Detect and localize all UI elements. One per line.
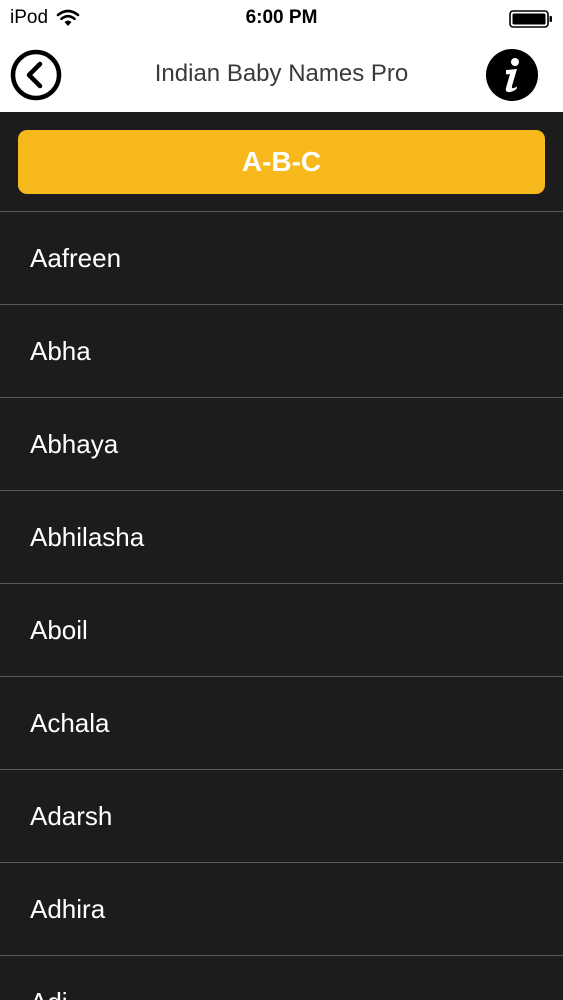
list-item[interactable]: Adi... (0, 956, 563, 1000)
filter-area: A-B-C (0, 112, 563, 212)
list-item[interactable]: Adhira (0, 863, 563, 956)
list-item[interactable]: Abhilasha (0, 491, 563, 584)
info-icon[interactable] (485, 48, 539, 102)
list-item[interactable]: Adarsh (0, 770, 563, 863)
page-title: Indian Baby Names Pro (154, 60, 409, 87)
list-item[interactable]: Achala (0, 677, 563, 770)
navigation-bar: Indian Baby Names Pro (0, 38, 563, 112)
alphabet-filter-button[interactable]: A-B-C (18, 130, 545, 194)
list-item[interactable]: Aboil (0, 584, 563, 677)
status-time: 6:00 PM (245, 7, 318, 28)
status-bar: iPod 6:00 PM (0, 0, 563, 38)
list-item[interactable]: Abha (0, 305, 563, 398)
list-item[interactable]: Aafreen (0, 212, 563, 305)
battery-icon (509, 10, 552, 28)
app-screen: iPod 6:00 PM Indian Baby Names Pro A-B-C (0, 0, 563, 1000)
names-list: Aafreen Abha Abhaya Abhilasha Aboil Acha… (0, 212, 563, 1000)
list-item[interactable]: Abhaya (0, 398, 563, 491)
